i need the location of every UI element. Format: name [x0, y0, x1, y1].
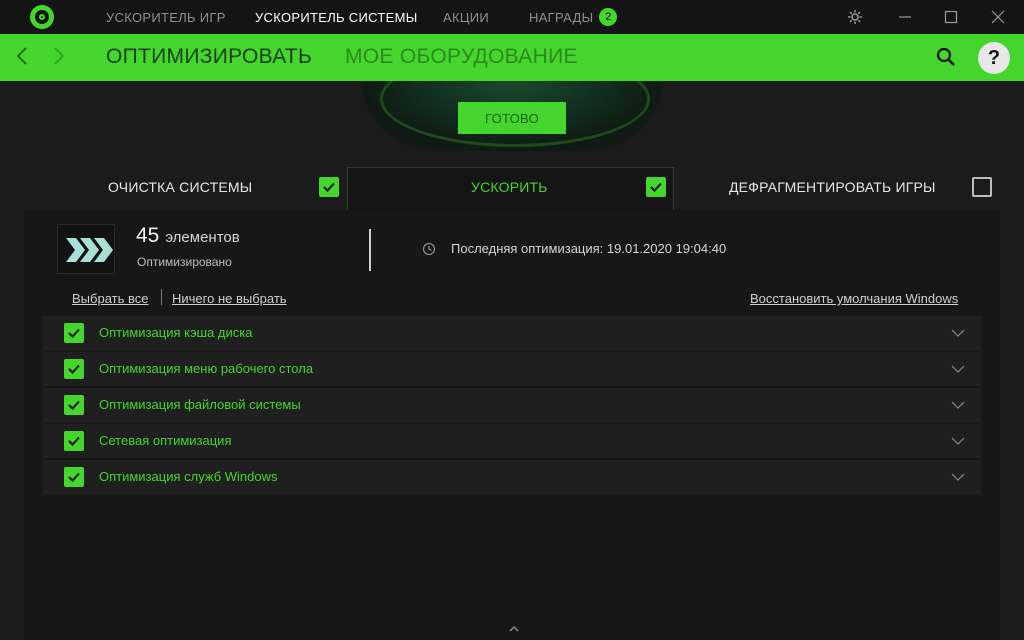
- clock-history-icon: [422, 242, 436, 256]
- tab-game-booster[interactable]: УСКОРИТЕЛЬ ИГР: [106, 0, 226, 34]
- maximize-icon[interactable]: [929, 0, 973, 34]
- tab-my-hardware[interactable]: МОЕ ОБОРУДОВАНИЕ: [345, 45, 578, 69]
- list-item[interactable]: Оптимизация служб Windows: [43, 460, 981, 494]
- chevron-down-icon[interactable]: [951, 362, 965, 376]
- chevron-down-icon[interactable]: [951, 326, 965, 340]
- restore-windows-defaults-link[interactable]: Восстановить умолчания Windows: [750, 291, 958, 306]
- triple-chevron-icon: [57, 224, 115, 274]
- minimize-icon[interactable]: [883, 0, 927, 34]
- help-icon[interactable]: ?: [978, 42, 1010, 74]
- item-checkbox[interactable]: [64, 467, 84, 487]
- category-system-cleaner-label: ОЧИСТКА СИСТЕМЫ: [108, 179, 253, 195]
- main-content: ГОТОВО ОЧИСТКА СИСТЕМЫ УСКОРИТЬ ДЕФРАГМЕ…: [0, 81, 1024, 640]
- link-divider: [161, 289, 162, 305]
- optimization-status: Оптимизировано: [137, 255, 232, 269]
- items-count-value: 45: [136, 224, 160, 247]
- chevron-left-icon[interactable]: [15, 45, 29, 72]
- summary-divider: [369, 229, 371, 271]
- item-label: Оптимизация файловой системы: [99, 397, 301, 412]
- item-checkbox[interactable]: [64, 395, 84, 415]
- category-defrag-games-checkbox[interactable]: [972, 177, 992, 197]
- list-item[interactable]: Сетевая оптимизация: [43, 424, 981, 458]
- chevron-down-icon[interactable]: [951, 398, 965, 412]
- search-icon[interactable]: [936, 47, 956, 67]
- item-label: Сетевая оптимизация: [99, 433, 232, 448]
- chevron-right-icon[interactable]: [52, 45, 66, 72]
- tab-rewards[interactable]: НАГРАДЫ 2: [529, 0, 618, 34]
- done-button[interactable]: ГОТОВО: [458, 102, 566, 134]
- item-label: Оптимизация кэша диска: [99, 325, 253, 340]
- tab-deals[interactable]: АКЦИИ: [443, 0, 489, 34]
- select-none-link[interactable]: Ничего не выбрать: [172, 291, 287, 306]
- chevron-down-icon[interactable]: [951, 470, 965, 484]
- chevron-down-icon[interactable]: [951, 434, 965, 448]
- list-item[interactable]: Оптимизация кэша диска: [43, 316, 981, 350]
- item-label: Оптимизация служб Windows: [99, 469, 278, 484]
- tab-optimize[interactable]: ОПТИМИЗИРОВАТЬ: [106, 45, 312, 69]
- category-system-cleaner-checkbox[interactable]: [319, 177, 339, 197]
- sub-navigation-bar: ОПТИМИЗИРОВАТЬ МОЕ ОБОРУДОВАНИЕ ?: [0, 34, 1024, 81]
- item-checkbox[interactable]: [64, 431, 84, 451]
- title-bar: УСКОРИТЕЛЬ ИГР УСКОРИТЕЛЬ СИСТЕМЫ АКЦИИ …: [0, 0, 1024, 34]
- item-label: Оптимизация меню рабочего стола: [99, 361, 314, 376]
- item-checkbox[interactable]: [64, 323, 84, 343]
- rewards-count-badge: 2: [599, 8, 618, 26]
- optimization-panel: 45 элементов Оптимизировано Последняя опт…: [24, 210, 1000, 640]
- category-boost-label[interactable]: УСКОРИТЬ: [471, 179, 548, 195]
- tab-rewards-label: НАГРАДЫ: [529, 9, 594, 25]
- chevron-up-icon[interactable]: [508, 621, 520, 632]
- list-item[interactable]: Оптимизация меню рабочего стола: [43, 352, 981, 386]
- items-count-unit: элементов: [165, 229, 240, 246]
- list-item[interactable]: Оптимизация файловой системы: [43, 388, 981, 422]
- razer-cortex-logo-icon[interactable]: [30, 5, 54, 29]
- last-optimization-text: Последняя оптимизация: 19.01.2020 19:04:…: [451, 241, 727, 256]
- select-all-link[interactable]: Выбрать все: [72, 291, 148, 306]
- gear-icon[interactable]: [833, 0, 877, 34]
- close-icon[interactable]: [976, 0, 1020, 34]
- item-checkbox[interactable]: [64, 359, 84, 379]
- category-boost-checkbox[interactable]: [646, 177, 666, 197]
- optimized-items-count: 45 элементов: [136, 224, 240, 248]
- category-defrag-games-label: ДЕФРАГМЕНТИРОВАТЬ ИГРЫ: [729, 179, 936, 195]
- tab-system-booster[interactable]: УСКОРИТЕЛЬ СИСТЕМЫ: [255, 0, 418, 34]
